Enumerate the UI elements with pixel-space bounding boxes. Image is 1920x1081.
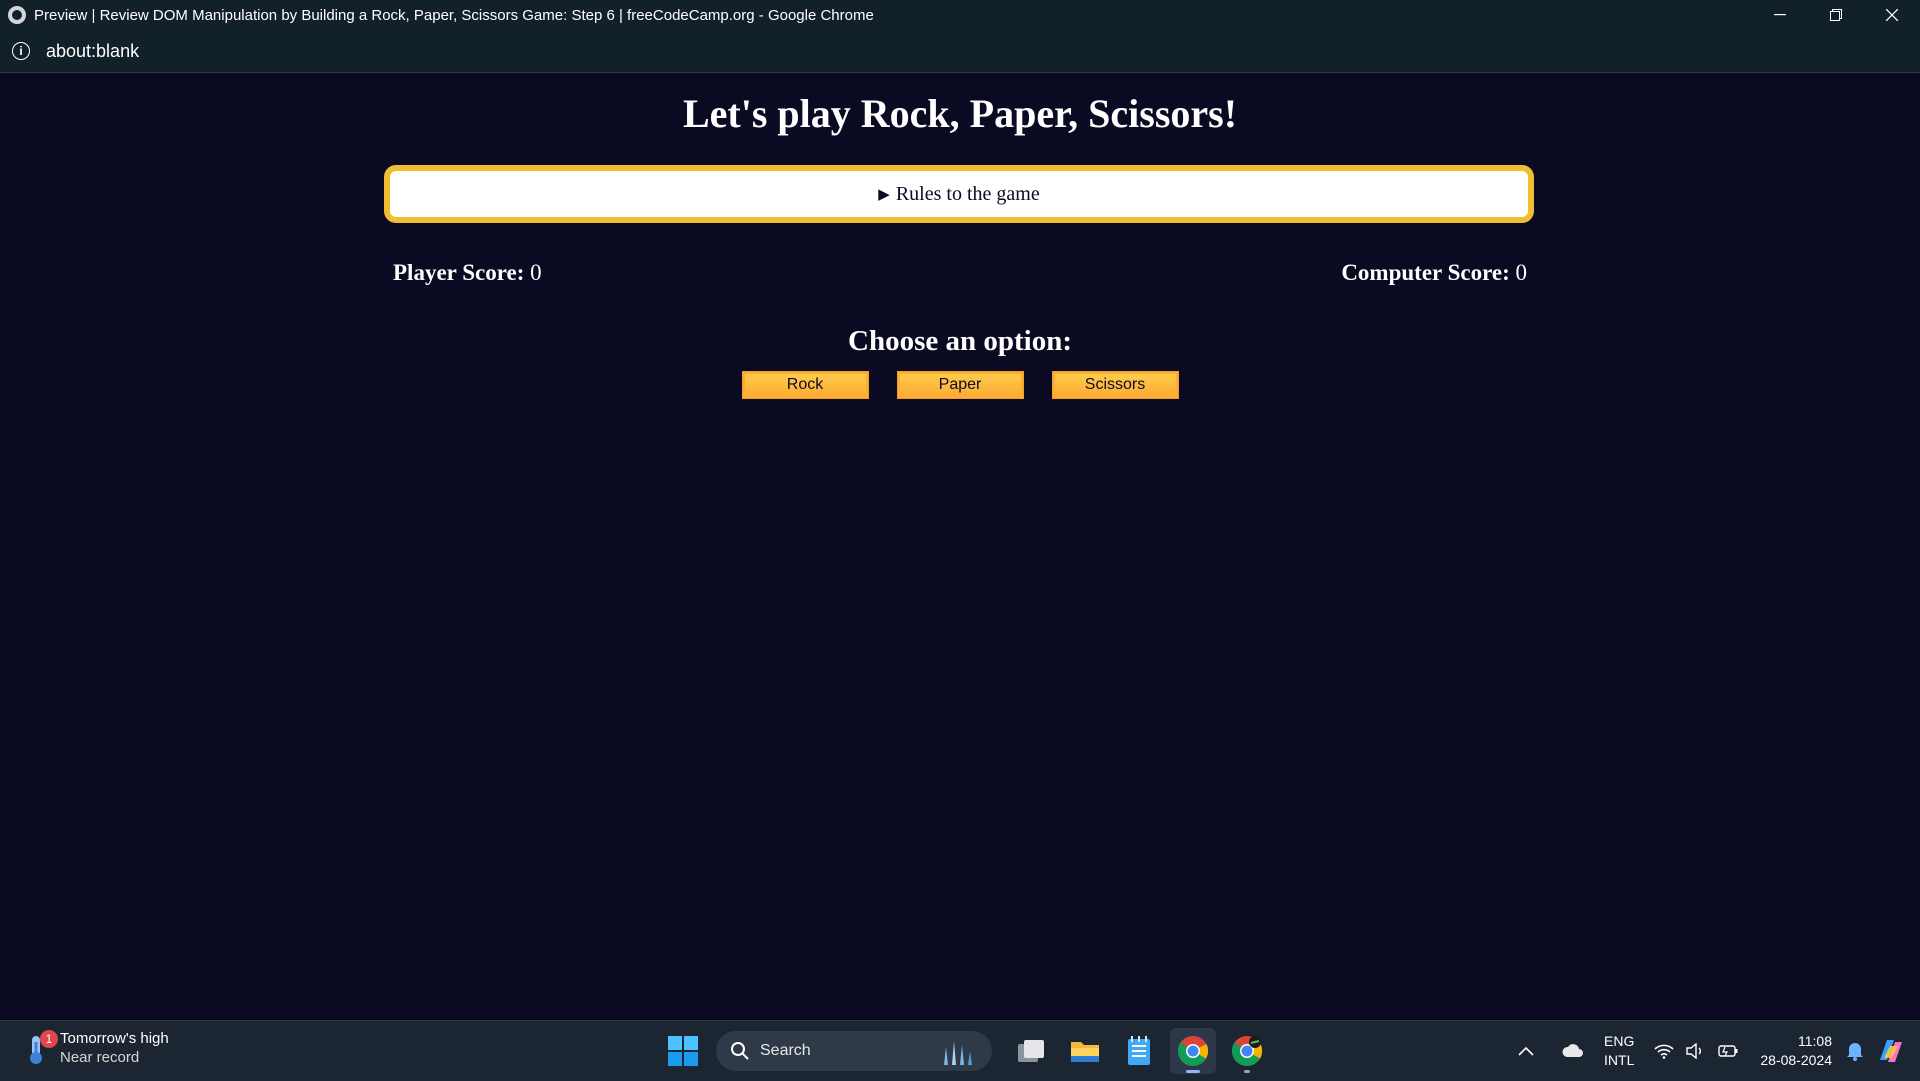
running-indicator [1244, 1070, 1250, 1073]
language-bottom: INTL [1604, 1052, 1635, 1068]
language-indicator[interactable]: ENG INTL [1604, 1032, 1634, 1070]
notification-bell-icon[interactable] [1846, 1041, 1864, 1061]
scissors-button[interactable]: Scissors [1052, 372, 1178, 398]
system-tray: ENG INTL 11:08 28-08-2024 [1512, 1021, 1920, 1081]
thermometer-icon: 1 [26, 1030, 58, 1066]
rock-button[interactable]: Rock [742, 372, 868, 398]
rules-summary[interactable]: Rules to the game [896, 183, 1040, 206]
player-score: Player Score: 0 [393, 260, 542, 286]
weather-subtitle: Near record [60, 1049, 140, 1066]
onedrive-cloud-icon[interactable] [1562, 1044, 1584, 1058]
choose-option-heading: Choose an option: [848, 325, 1072, 357]
file-explorer-icon[interactable] [1062, 1028, 1108, 1074]
chrome-app-icon [8, 6, 26, 24]
volume-icon[interactable] [1686, 1043, 1704, 1059]
site-info-icon[interactable]: i [12, 42, 30, 60]
address-bar[interactable]: i about:blank [0, 30, 1920, 73]
computer-score-label: Computer Score: [1341, 260, 1510, 285]
taskbar-search[interactable]: Search [716, 1031, 992, 1071]
window-title-bar: Preview | Review DOM Manipulation by Bui… [0, 0, 1920, 30]
search-highlight-icon [944, 1041, 972, 1065]
weather-badge: 1 [40, 1030, 58, 1048]
player-score-value: 0 [530, 260, 542, 285]
system-clock[interactable]: 11:08 28-08-2024 [1760, 1032, 1832, 1070]
task-view-icon[interactable] [1008, 1028, 1054, 1074]
player-score-label: Player Score: [393, 260, 525, 285]
windows-start-icon[interactable] [660, 1028, 706, 1074]
page-content: Let's play Rock, Paper, Scissors! ▶ Rule… [0, 73, 1920, 1020]
battery-icon[interactable] [1716, 1044, 1738, 1058]
computer-score-value: 0 [1515, 260, 1528, 285]
url-text[interactable]: about:blank [46, 41, 139, 62]
taskbar-center: Search [660, 1028, 1274, 1074]
clock-time: 11:08 [1798, 1033, 1832, 1049]
restore-icon[interactable] [1808, 0, 1864, 30]
window-title: Preview | Review DOM Manipulation by Bui… [34, 6, 874, 24]
chevron-up-icon[interactable] [1518, 1046, 1534, 1056]
language-top: ENG [1604, 1033, 1635, 1049]
chrome-icon[interactable] [1170, 1028, 1216, 1074]
running-indicator [1186, 1070, 1200, 1073]
window-controls [1752, 0, 1920, 30]
options-container: Rock Paper Scissors [0, 372, 1920, 398]
notepad-icon[interactable] [1116, 1028, 1162, 1074]
search-icon [731, 1042, 749, 1060]
weather-title: Tomorrow's high [60, 1030, 169, 1047]
taskbar: 1 Tomorrow's high Near record Search ENG… [0, 1020, 1920, 1081]
close-icon[interactable] [1864, 0, 1920, 30]
wifi-icon[interactable] [1654, 1043, 1674, 1059]
clock-date: 28-08-2024 [1760, 1052, 1832, 1068]
search-placeholder: Search [760, 1042, 811, 1059]
paper-button[interactable]: Paper [897, 372, 1023, 398]
disclosure-triangle-icon: ▶ [878, 186, 890, 203]
copilot-icon[interactable] [1876, 1036, 1906, 1066]
page-title: Let's play Rock, Paper, Scissors! [682, 91, 1238, 136]
minimize-icon[interactable] [1752, 0, 1808, 30]
computer-score: Computer Score: 0 [1341, 260, 1527, 286]
chrome-profile-icon[interactable] [1224, 1028, 1270, 1074]
weather-widget[interactable]: 1 Tomorrow's high Near record [26, 1029, 169, 1067]
rules-details[interactable]: ▶ Rules to the game [384, 165, 1534, 223]
